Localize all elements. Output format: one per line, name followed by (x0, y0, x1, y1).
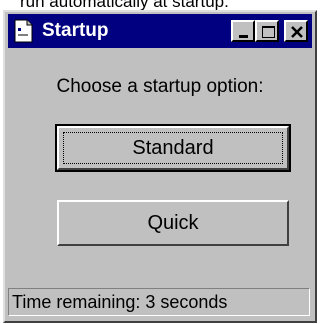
maximize-button[interactable] (255, 20, 279, 42)
quick-button-label: Quick (147, 212, 199, 234)
standard-button-label: Standard (132, 137, 214, 159)
window-title: Startup (42, 20, 109, 41)
status-bar: Time remaining: 3 seconds (8, 288, 310, 316)
title-bar[interactable]: Startup (8, 14, 312, 48)
time-remaining-text: Time remaining: 3 seconds (12, 292, 228, 312)
maximize-icon (262, 26, 275, 38)
minimize-icon (239, 35, 248, 38)
standard-button[interactable]: Standard (55, 124, 291, 172)
app-document-icon (14, 19, 33, 43)
minimize-button[interactable] (231, 20, 255, 42)
startup-prompt-label: Choose a startup option: (56, 76, 264, 97)
startup-dialog: Startup Choose a startup option: Standar… (3, 10, 317, 323)
close-button[interactable] (284, 20, 308, 42)
close-icon (291, 26, 303, 38)
quick-button[interactable]: Quick (57, 200, 289, 246)
background-caption-text: run automatically at startup. (20, 0, 229, 10)
